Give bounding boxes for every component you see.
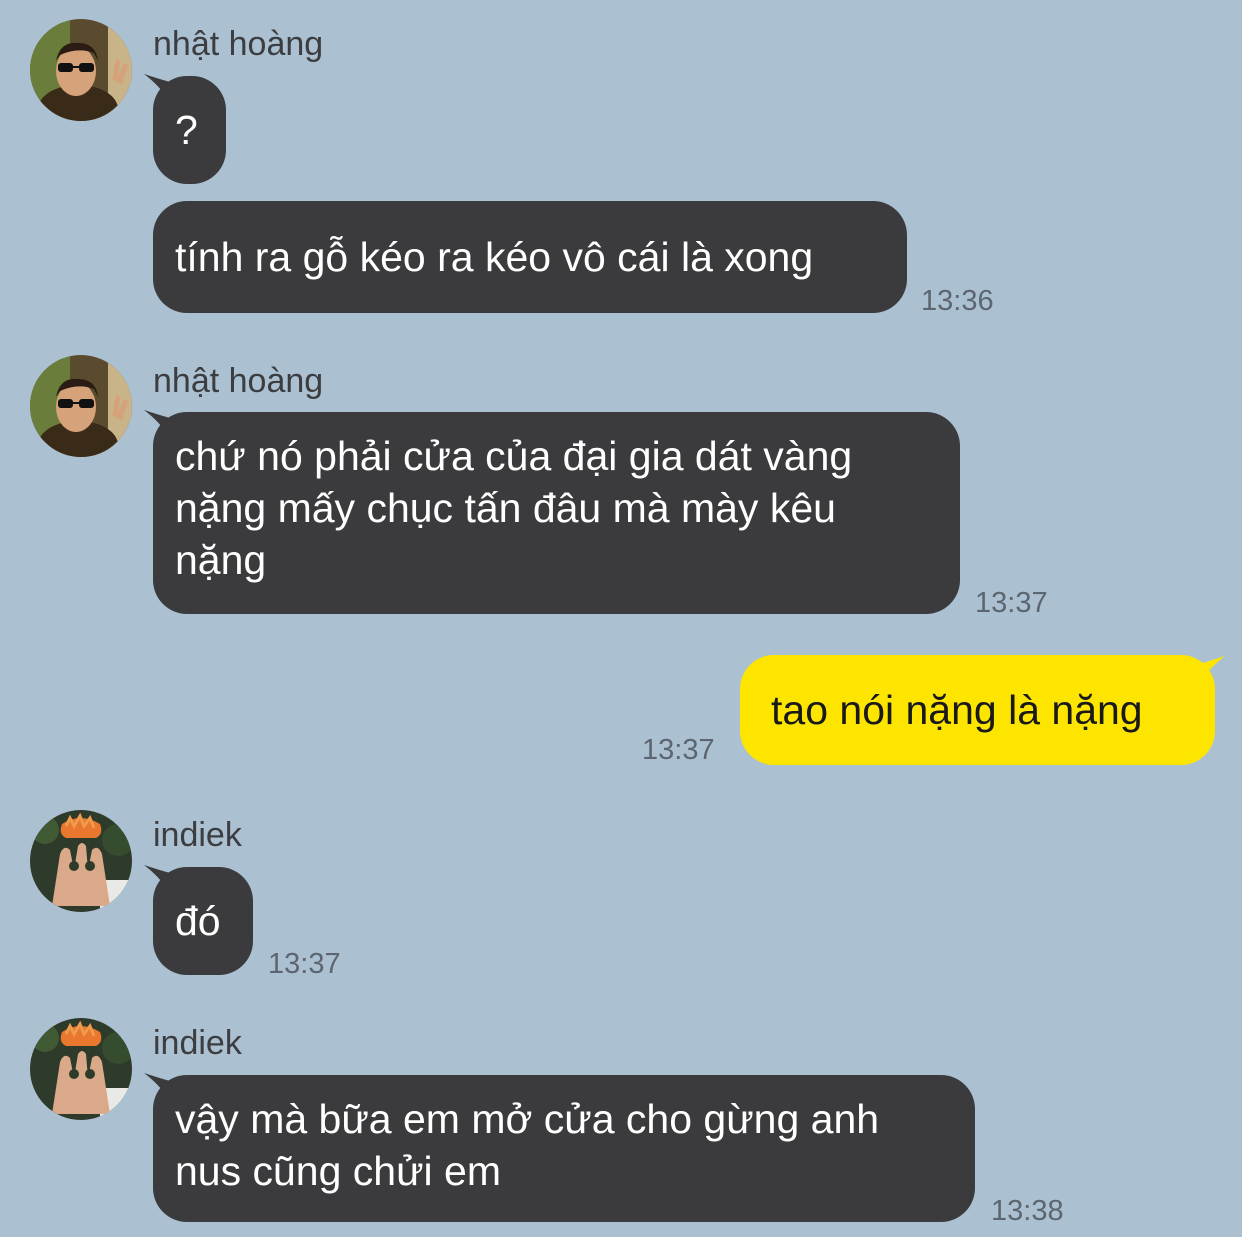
avatar-nhat-hoang[interactable] (30, 355, 132, 457)
message-bubble[interactable]: đó (153, 867, 253, 975)
message-text: đó (175, 898, 221, 944)
message-text-line: nus cũng chửi em (175, 1148, 501, 1194)
sender-name: nhật hoàng (153, 362, 324, 400)
message-time: 13:37 (268, 948, 341, 980)
message-time: 13:36 (921, 285, 994, 317)
avatar-indiek[interactable] (30, 810, 132, 912)
sender-name: nhật hoàng (153, 25, 324, 63)
avatar-nhat-hoang[interactable] (30, 19, 132, 121)
message-text: tính ra gỗ kéo ra kéo vô cái là xong (175, 234, 814, 280)
sender-name: indiek (153, 1024, 242, 1062)
outgoing-message-bubble[interactable]: tao nói nặng là nặng (740, 655, 1215, 765)
message-time: 13:38 (991, 1195, 1064, 1227)
message-text-line: nặng (175, 537, 267, 583)
message-time: 13:37 (642, 734, 715, 766)
message-bubble[interactable]: tính ra gỗ kéo ra kéo vô cái là xong (153, 201, 907, 313)
message-text-line: nặng mấy chục tấn đâu mà mày kêu (175, 485, 836, 531)
sender-name: indiek (153, 816, 242, 854)
message-time: 13:37 (975, 587, 1048, 619)
message-text: tao nói nặng là nặng (771, 687, 1143, 733)
message-bubble[interactable]: vậy mà bữa em mở cửa cho gừng anh nus cũ… (153, 1075, 975, 1222)
message-text-line: chứ nó phải cửa của đại gia dát vàng (175, 433, 853, 479)
message-text: ? (175, 107, 198, 153)
message-bubble[interactable]: ? (153, 76, 226, 184)
avatar-indiek[interactable] (30, 1018, 132, 1120)
bubble-tail (1199, 656, 1225, 684)
message-bubble[interactable]: chứ nó phải cửa của đại gia dát vàng nặn… (153, 412, 960, 614)
message-text-line: vậy mà bữa em mở cửa cho gừng anh (175, 1096, 880, 1142)
